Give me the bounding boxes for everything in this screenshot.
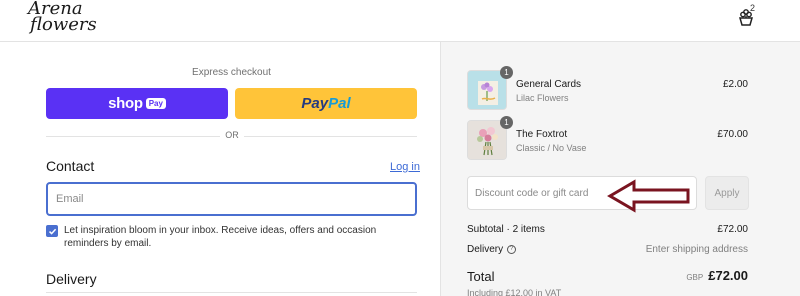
email-field-wrapper [46,182,417,216]
order-summary: 1 General Cards Lilac Flowers £2.00 1 Th… [440,42,800,296]
delivery-value: Enter shipping address [645,244,748,255]
total-currency: GBP [686,273,704,282]
shop-pay-badge: Pay [145,98,166,109]
contact-heading: Contact [46,158,95,174]
paypal-wordmark-2: Pal [328,95,351,112]
logo-line-2: flowers [30,14,97,35]
quantity-badge: 1 [500,116,513,129]
item-name: The Foxtrot [516,129,568,140]
shop-pay-button[interactable]: shop Pay [46,88,228,119]
marketing-checkbox-label[interactable]: Let inspiration bloom in your inbox. Rec… [64,224,394,250]
shop-pay-wordmark: shop [108,95,143,112]
delivery-heading: Delivery [46,271,97,287]
site-header: Arena flowers 2 [0,0,800,42]
total-amount: GBP £72.00 [686,268,748,283]
item-price: £70.00 [717,129,748,140]
express-checkout-label: Express checkout [192,67,271,78]
apply-discount-button[interactable]: Apply [705,176,749,210]
total-value: £72.00 [708,268,748,283]
delivery-divider [46,292,417,293]
cart-count-badge: 2 [750,3,756,13]
login-link[interactable]: Log in [390,161,420,173]
paypal-button[interactable]: Pay Pal [235,88,417,119]
delivery-label: Delivery [467,244,504,255]
item-price: £2.00 [722,79,748,90]
arrow-left-icon [607,179,690,213]
checkmark-icon [48,228,56,235]
checkout-form: Express checkout shop Pay Pay Pal OR Cont… [0,42,440,296]
item-variant: Lilac Flowers [516,93,569,103]
item-name: General Cards [516,79,582,90]
brand-logo[interactable]: Arena flowers [28,0,97,35]
quantity-badge: 1 [500,66,513,79]
or-divider-text: OR [220,130,244,140]
subtotal-label: Subtotal · 2 items [467,224,545,235]
paypal-wordmark-1: Pay [301,95,329,112]
marketing-checkbox[interactable] [46,225,58,237]
info-icon[interactable]: ? [507,244,517,254]
total-label: Total [467,269,495,284]
item-variant: Classic / No Vase [516,143,587,153]
subtotal-value: £72.00 [717,224,748,235]
email-field[interactable] [48,184,415,214]
delivery-row: Delivery? [467,244,517,255]
vat-note: Including £12.00 in VAT [467,288,562,296]
